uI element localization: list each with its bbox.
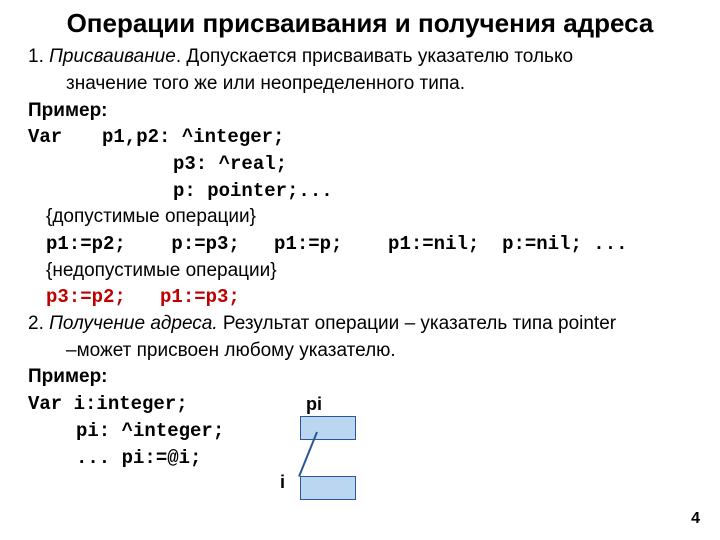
example-label-2: Пример: xyxy=(28,365,692,390)
section-1-line-2: значение того же или неопределенного тип… xyxy=(28,72,692,97)
pointer-diagram: pi i xyxy=(270,398,390,518)
page-number: 4 xyxy=(691,510,700,528)
diagram-label-i: i xyxy=(280,472,285,493)
section-2-line-2: –может присвоен любому указателю. xyxy=(28,339,692,364)
code1-var-row: Varp1,p2: ^integer; xyxy=(28,125,692,150)
diagram-label-pi: pi xyxy=(306,394,322,415)
slide-title: Операции присваивания и получения адреса xyxy=(28,8,692,39)
section-2-rest: Результат операции – указатель типа poin… xyxy=(218,313,616,334)
comment-valid-ops: {допустимые операции} xyxy=(28,205,692,230)
section-2-lead: 2. xyxy=(28,313,49,334)
invalid-assignments: p3:=p2; p1:=p3; xyxy=(28,285,692,310)
section-1-line-1: 1. Присваивание. Допускается присваивать… xyxy=(28,45,692,70)
diagram-box-i xyxy=(300,476,356,500)
code1-decl-1: p1,p2: ^integer; xyxy=(102,126,284,148)
code1-decl-3: p: pointer;... xyxy=(28,179,692,204)
section-2-line-1: 2. Получение адреса. Результат операции … xyxy=(28,312,692,337)
var-keyword: Var xyxy=(28,125,102,150)
section-1-lead: 1. xyxy=(28,46,49,67)
example-label-1: Пример: xyxy=(28,99,692,124)
diagram-box-pi xyxy=(300,416,356,440)
valid-assignments: p1:=p2; p:=p3; p1:=p; p1:=nil; p:=nil; .… xyxy=(28,232,692,257)
section-1-name: Присваивание xyxy=(49,46,176,67)
section-1-rest: . Допускается присваивать указателю толь… xyxy=(176,46,573,67)
slide: Операции присваивания и получения адреса… xyxy=(0,0,720,540)
section-2-name: Получение адреса. xyxy=(49,313,218,334)
comment-invalid-ops: {недопустимые операции} xyxy=(28,259,692,284)
code1-decl-2: p3: ^real; xyxy=(28,152,692,177)
